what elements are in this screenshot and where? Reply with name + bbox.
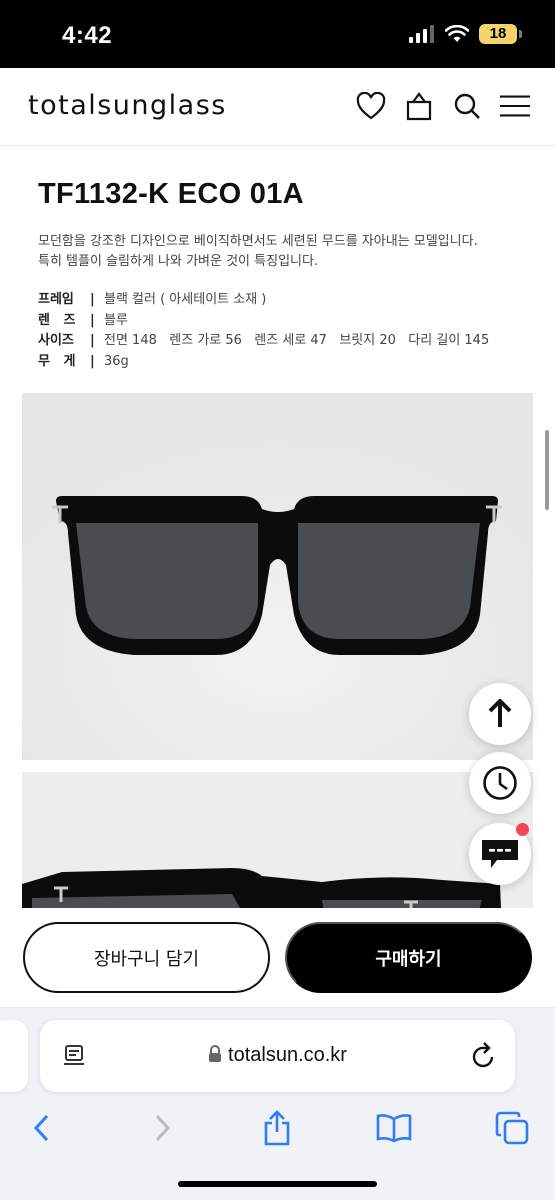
description-line: 특히 템플이 슬림하게 나와 가벼운 것이 특징입니다.: [38, 254, 319, 269]
product-description: 모던함을 강조한 디자인으로 베이직하면서도 세련된 무드를 자아내는 모델입니…: [38, 232, 478, 272]
search-icon[interactable]: [451, 90, 483, 122]
cellular-signal-icon: [409, 25, 434, 43]
spec-separator: |: [90, 333, 95, 348]
spec-row-frame: 프레임 | 블랙 컬러 ( 아세테이트 소재 ): [38, 290, 489, 311]
notification-dot: [516, 823, 529, 836]
home-indicator[interactable]: [178, 1181, 377, 1187]
shopping-bag-icon[interactable]: [403, 90, 435, 122]
arrow-up-icon: [488, 699, 512, 727]
site-header: totalsunglass: [0, 68, 555, 146]
spec-label: 렌 즈: [38, 312, 76, 328]
spec-row-lens: 렌 즈 | 블루: [38, 311, 489, 332]
status-icons: 18: [409, 24, 522, 44]
share-icon[interactable]: [257, 1108, 297, 1148]
header-icons: [355, 90, 531, 122]
description-line: 모던함을 강조한 디자인으로 베이직하면서도 세련된 무드를 자아내는 모델입니…: [38, 234, 478, 249]
forward-chevron-icon[interactable]: [142, 1108, 182, 1148]
page-scrollbar[interactable]: [545, 430, 549, 510]
battery-indicator: 18: [479, 24, 522, 44]
tabs-icon[interactable]: [492, 1108, 532, 1148]
menu-icon[interactable]: [499, 90, 531, 122]
heart-icon[interactable]: [355, 90, 387, 122]
chat-button[interactable]: [469, 823, 531, 885]
spec-list: 프레임 | 블랙 컬러 ( 아세테이트 소재 ) 렌 즈 | 블루 사이즈 | …: [38, 290, 489, 372]
buy-now-button[interactable]: 구매하기: [285, 922, 532, 993]
spec-value: 블루: [104, 312, 128, 328]
wifi-icon: [445, 25, 469, 42]
status-time: 4:42: [62, 22, 113, 49]
back-chevron-icon[interactable]: [22, 1108, 62, 1148]
spec-label: 프레임: [38, 292, 74, 307]
product-image-front: [22, 393, 533, 760]
previous-tab-preview[interactable]: [0, 1020, 28, 1092]
status-bar: 4:42 18: [0, 0, 555, 68]
address-bar[interactable]: totalsun.co.kr: [40, 1020, 515, 1092]
url-text: totalsun.co.kr: [228, 1044, 347, 1066]
reload-icon[interactable]: [471, 1042, 497, 1075]
spec-row-size: 사이즈 | 전면 148 렌즈 가로 56 렌즈 세로 47 브릿지 20 다리…: [38, 331, 489, 352]
bookmarks-icon[interactable]: [374, 1108, 414, 1148]
clock-icon: [483, 766, 517, 800]
spec-separator: |: [90, 292, 95, 307]
browser-toolbar: totalsun.co.kr: [0, 1008, 555, 1200]
browser-nav: [0, 1100, 555, 1160]
chat-icon: [482, 840, 518, 868]
url-display[interactable]: totalsun.co.kr: [40, 1044, 515, 1069]
product-title: TF1132-K ECO 01A: [38, 178, 304, 210]
recently-viewed-button[interactable]: [469, 752, 531, 814]
spec-separator: |: [90, 353, 95, 369]
purchase-action-bar: 장바구니 담기 구매하기: [0, 908, 555, 1008]
site-logo[interactable]: totalsunglass: [28, 90, 227, 121]
add-to-cart-button[interactable]: 장바구니 담기: [23, 922, 270, 993]
lock-icon: [208, 1045, 222, 1069]
spec-value: 블랙 컬러 ( 아세테이트 소재 ): [104, 292, 267, 307]
spec-label: 무 게: [38, 353, 76, 369]
spec-value: 36g: [104, 353, 129, 369]
spec-label: 사이즈: [38, 333, 74, 348]
spec-separator: |: [90, 312, 95, 328]
spec-value: 전면 148 렌즈 가로 56 렌즈 세로 47 브릿지 20 다리 길이 14…: [104, 333, 490, 348]
spec-row-weight: 무 게 | 36g: [38, 352, 489, 373]
scroll-to-top-button[interactable]: [469, 683, 531, 745]
